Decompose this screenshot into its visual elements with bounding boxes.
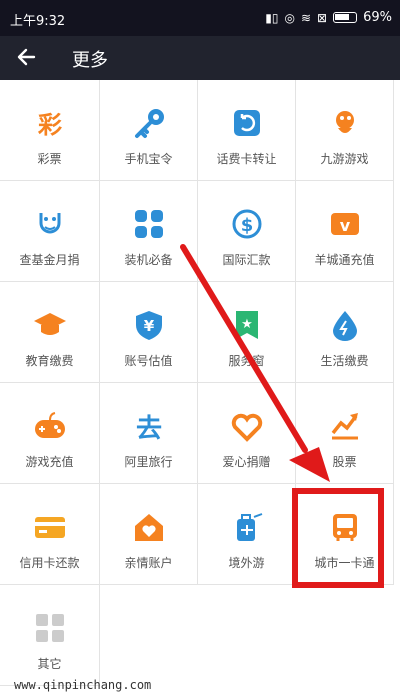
- grid-item-label: 阿里旅行: [124, 455, 173, 469]
- svg-text:¥: ¥: [143, 317, 154, 335]
- grid-item-label: 教育缴费: [25, 354, 74, 368]
- grid-item-label: 话费卡转让: [216, 152, 277, 166]
- grid-item-heart[interactable]: 爱心捐赠: [198, 383, 296, 484]
- grid-item-label: 羊城通充值: [314, 253, 375, 267]
- svg-text:彩: 彩: [37, 111, 62, 139]
- grid-item-label: 生活缴费: [320, 354, 369, 368]
- grid-item-travel[interactable]: 去阿里旅行: [100, 383, 198, 484]
- grid-item-luggage-plane[interactable]: 境外游: [198, 484, 296, 585]
- grid-item-home-heart[interactable]: 亲情账户: [100, 484, 198, 585]
- more-grid-icon: [35, 614, 64, 642]
- svg-text:★: ★: [241, 317, 253, 332]
- grid-item-label: 股票: [332, 455, 357, 469]
- grid-item-key[interactable]: 手机宝令: [100, 80, 198, 181]
- svg-text:v: v: [339, 216, 350, 235]
- home-heart-icon: [134, 514, 163, 541]
- grid-item-label: 手机宝令: [124, 152, 173, 166]
- status-time: 上午9:32: [10, 14, 66, 29]
- graduation-cap-icon: [33, 313, 66, 335]
- water-drop-icon: [332, 311, 357, 341]
- grid-item-game-character[interactable]: 九游游戏: [296, 80, 394, 181]
- lottery-icon: 彩: [37, 111, 62, 139]
- gamepad-icon: [34, 412, 65, 438]
- shield-yen-icon: ¥: [135, 311, 162, 340]
- status-bar: 上午9:32 ▮▯ ◎ ≋ ⊠ 69%: [0, 0, 400, 36]
- highlight-box: [292, 488, 384, 588]
- svg-text:去: 去: [135, 414, 161, 443]
- grid-item-apps-grid[interactable]: 装机必备: [100, 181, 198, 282]
- key-icon: [134, 109, 164, 138]
- grid-item-label: 账号估值: [124, 354, 173, 368]
- credit-card-icon: [34, 517, 65, 538]
- grid-item-label: 服务窗: [228, 354, 265, 368]
- grid-item-label: 彩票: [37, 152, 62, 166]
- grid-item-card-v[interactable]: v 羊城通充值: [296, 181, 394, 282]
- game-character-icon: [335, 111, 354, 133]
- grid-item-label: 亲情账户: [124, 556, 173, 570]
- grid-item-dollar[interactable]: $ 国际汇款: [198, 181, 296, 282]
- grid-item-label: 查基金月捐: [19, 253, 80, 267]
- grid-item-label: 爱心捐赠: [222, 455, 271, 469]
- grid-item-gamepad[interactable]: 游戏充值: [0, 383, 100, 484]
- grid-item-label: 游戏充值: [25, 455, 74, 469]
- grid-item-label: 境外游: [228, 556, 265, 570]
- grid-item-water-drop[interactable]: 生活缴费: [296, 282, 394, 383]
- no-sim-icon: ⊠: [317, 10, 328, 25]
- heart-icon: [231, 413, 262, 442]
- smile-face-icon: [39, 213, 60, 234]
- alarm-icon: ◎: [284, 10, 295, 25]
- grid-item-label: 信用卡还款: [19, 556, 80, 570]
- navbar: 更多: [0, 36, 400, 80]
- grid-item-stock-chart[interactable]: 股票: [296, 383, 394, 484]
- service-grid: 彩彩票 手机宝令 话费卡转让 九游游戏 查基金月捐 装机必备 $ 国际汇款 v 羊城通充值 教育缴费…: [0, 80, 400, 686]
- apps-grid-icon: [134, 210, 163, 238]
- battery-icon: [333, 12, 358, 23]
- grid-item-label: 国际汇款: [222, 253, 271, 267]
- grid-item-label: 其它: [37, 657, 62, 671]
- bookmark-star-icon: ★: [235, 311, 258, 339]
- wifi-icon: ≋: [300, 10, 312, 25]
- grid-item-more-grid[interactable]: 其它: [0, 585, 100, 686]
- grid-item-smile-face[interactable]: 查基金月捐: [0, 181, 100, 282]
- grid-item-shield-yen[interactable]: ¥ 账号估值: [100, 282, 198, 383]
- grid-item-label: 九游游戏: [320, 152, 369, 166]
- travel-icon: 去: [135, 414, 161, 443]
- battery-percent: 69%: [363, 10, 392, 25]
- grid-item-lottery[interactable]: 彩彩票: [0, 80, 100, 181]
- signal-icon: ▮▯: [265, 10, 279, 25]
- dollar-icon: $: [232, 209, 261, 239]
- grid-item-bookmark-star[interactable]: ★ 服务窗: [198, 282, 296, 383]
- grid-item-credit-card[interactable]: 信用卡还款: [0, 484, 100, 585]
- grid-item-label: 装机必备: [124, 253, 173, 267]
- watermark: www.qinpinchang.com: [14, 678, 152, 692]
- grid-item-graduation-cap[interactable]: 教育缴费: [0, 282, 100, 383]
- svg-text:$: $: [240, 215, 253, 236]
- card-v-icon: v: [330, 213, 359, 235]
- grid-item-transfer[interactable]: 话费卡转让: [198, 80, 296, 181]
- luggage-plane-icon: [236, 513, 262, 541]
- transfer-icon: [233, 110, 260, 136]
- page-title: 更多: [72, 50, 108, 71]
- stock-chart-icon: [331, 413, 358, 440]
- arrow-left-icon[interactable]: [14, 42, 44, 72]
